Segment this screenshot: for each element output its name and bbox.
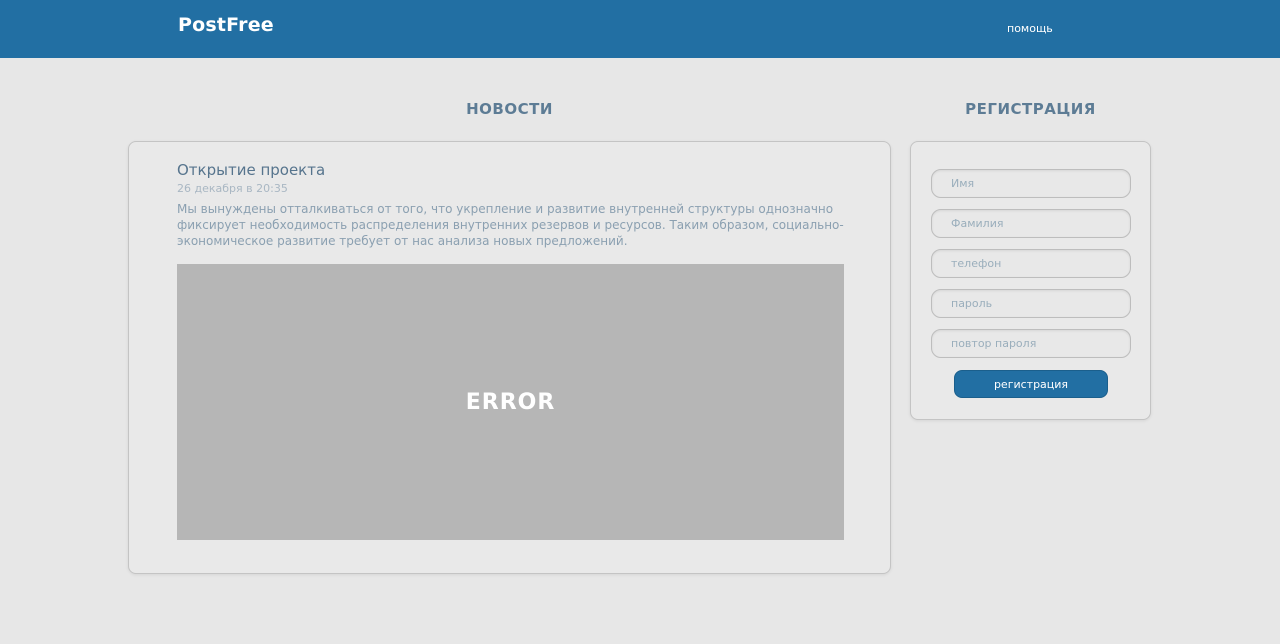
image-error-text: ERROR	[465, 389, 556, 415]
post-title[interactable]: Открытие проекта	[177, 161, 325, 179]
top-bar: PostFree помощь	[0, 0, 1280, 58]
post-date: 26 декабря в 20:35	[177, 182, 288, 195]
post-image: ERROR	[177, 264, 844, 540]
help-link[interactable]: помощь	[1007, 22, 1053, 35]
site-logo[interactable]: PostFree	[178, 14, 274, 36]
phone-field[interactable]	[931, 249, 1131, 278]
news-panel: Открытие проекта 26 декабря в 20:35 Мы в…	[128, 141, 891, 574]
password-field[interactable]	[931, 289, 1131, 318]
password-repeat-field[interactable]	[931, 329, 1131, 358]
last-name-field[interactable]	[931, 209, 1131, 238]
post-text: Мы вынуждены отталкиваться от того, что …	[177, 202, 844, 248]
news-section-title: НОВОСТИ	[466, 100, 553, 118]
registration-panel: регистрация	[910, 141, 1151, 420]
registration-section-title: РЕГИСТРАЦИЯ	[965, 100, 1096, 118]
first-name-field[interactable]	[931, 169, 1131, 198]
register-button[interactable]: регистрация	[954, 370, 1108, 398]
